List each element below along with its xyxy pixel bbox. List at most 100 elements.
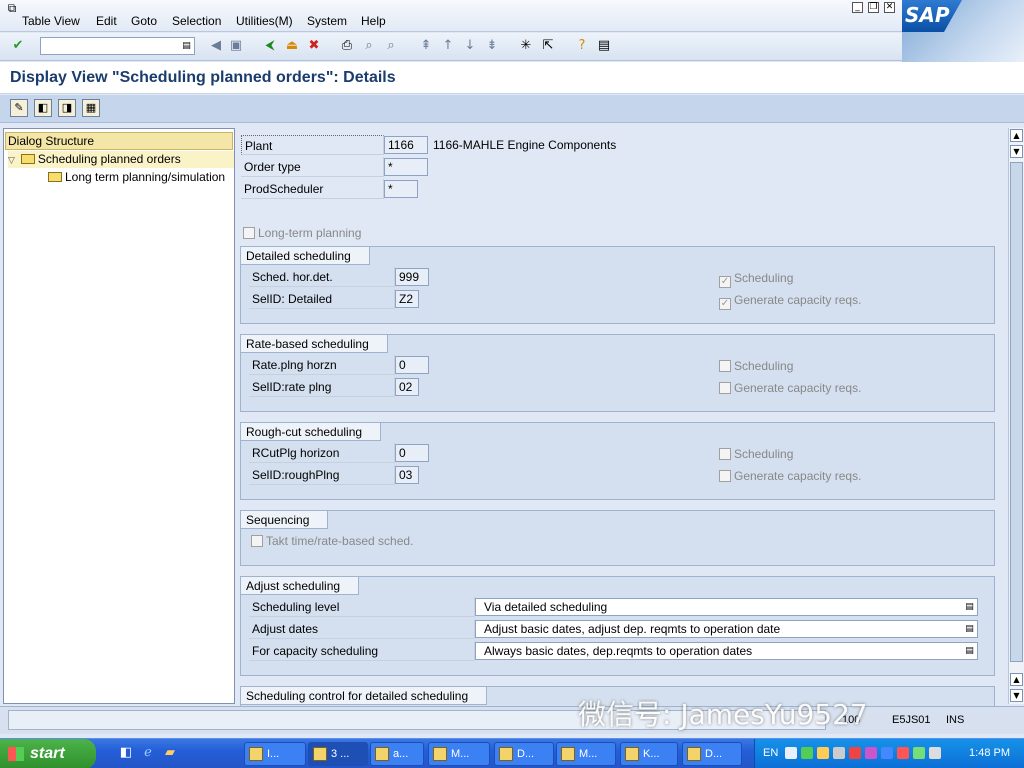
find-icon[interactable]: ⌕ [361,38,377,54]
rough-selid-field[interactable]: 03 [395,466,419,484]
sap-logo: SAP [902,0,1024,62]
back-arrow-icon[interactable]: ◀ [208,38,224,54]
volume-icon[interactable] [929,747,941,759]
scroll-up-icon[interactable]: ▼ [1010,145,1023,158]
plant-field[interactable]: 1166 [384,136,428,154]
layout-menu-icon[interactable]: ▤ [596,38,612,54]
next-page-icon[interactable]: ↓ [462,38,478,54]
task-button-active[interactable]: 3 ... [308,742,368,766]
save-icon[interactable]: ▣ [228,38,244,54]
scheduling-level-dropdown[interactable]: Via detailed scheduling ▤ [475,598,978,616]
scroll-top-icon[interactable]: ▲ [1010,129,1023,142]
capacity-scheduling-dropdown[interactable]: Always basic dates, dep.reqmts to operat… [475,642,978,660]
minimize-icon[interactable]: _ [852,2,863,13]
detailed-capacity-checkbox[interactable]: ✓ Generate capacity reqs. [719,293,861,310]
prodscheduler-field[interactable]: * [384,180,418,198]
adjust-dates-value: Adjust basic dates, adjust dep. reqmts t… [484,622,781,636]
rough-horizon-field[interactable]: 0 [395,444,429,462]
plant-description: 1166-MAHLE Engine Components [433,138,617,152]
cancel-icon[interactable]: ✖ [306,38,322,54]
help-icon[interactable]: ? [574,38,590,54]
language-indicator[interactable]: EN [763,747,778,759]
tree-item-scheduling-planned-orders[interactable]: ▽ Scheduling planned orders [8,151,234,168]
bluetooth-icon[interactable] [881,747,893,759]
menu-utilities[interactable]: Utilities(M) [236,14,293,28]
detailed-selid-field[interactable]: Z2 [395,290,419,308]
rough-selid-label: SelID:roughPlng [249,465,395,485]
menu-system[interactable]: System [307,14,347,28]
dropdown-icon[interactable]: ▤ [964,645,975,657]
detailed-scheduling-checkbox[interactable]: ✓ Scheduling [719,271,793,288]
takt-time-checkbox[interactable]: Takt time/rate-based sched. [251,534,413,548]
command-history-icon[interactable]: ▤ [181,40,192,52]
task-button[interactable]: K... [620,742,678,766]
task-label: I... [267,748,280,760]
checkbox-icon [719,382,731,394]
task-button[interactable]: D... [494,742,554,766]
last-page-icon[interactable]: ⇟ [484,38,500,54]
scroll-bottom-icon[interactable]: ▼ [1010,689,1023,702]
folder-quick-icon[interactable]: ▰ [162,745,178,761]
show-desktop-icon[interactable]: ◧ [118,745,134,761]
task-button[interactable]: M... [556,742,616,766]
tray-app-icon[interactable] [865,747,877,759]
tray-app-icon[interactable] [801,747,813,759]
task-button[interactable]: I... [244,742,306,766]
expand-icon[interactable]: ▽ [8,156,15,166]
adjust-dates-dropdown[interactable]: Adjust basic dates, adjust dep. reqmts t… [475,620,978,638]
print-icon[interactable]: ⎙ [339,38,355,54]
previous-entry-icon[interactable]: ◧ [34,99,52,117]
detailed-horizon-field[interactable]: 999 [395,268,429,286]
sap-menu-icon[interactable]: ⧉ [4,0,20,16]
tree-item-long-term-planning[interactable]: Long term planning/simulation [48,169,225,186]
previous-page-icon[interactable]: ↑ [440,38,456,54]
menu-selection[interactable]: Selection [172,14,221,28]
application-toolbar: ✎ ◧ ◨ ▦ [0,95,1024,123]
tray-app-icon[interactable] [817,747,829,759]
menu-goto[interactable]: Goto [131,14,157,28]
first-page-icon[interactable]: ⇞ [418,38,434,54]
rate-horizon-field[interactable]: 0 [395,356,429,374]
order-type-field[interactable]: * [384,158,428,176]
new-session-icon[interactable]: ✳ [518,38,534,54]
menu-table-view[interactable]: Table View [22,14,80,28]
rough-capacity-checkbox[interactable]: Generate capacity reqs. [719,469,861,483]
task-button[interactable]: D... [682,742,742,766]
rate-scheduling-label: Scheduling [734,359,794,373]
exit-icon[interactable]: ⏏ [284,38,300,54]
task-button[interactable]: M... [428,742,490,766]
dropdown-icon[interactable]: ▤ [964,623,975,635]
antivirus-icon[interactable] [897,747,909,759]
tray-network-icon[interactable] [833,747,845,759]
find-next-icon[interactable]: ⌕ [383,38,399,54]
rate-capacity-checkbox[interactable]: Generate capacity reqs. [719,381,861,395]
dropdown-icon[interactable]: ▤ [964,601,975,613]
display-change-icon[interactable]: ✎ [10,99,28,117]
scrollbar-thumb[interactable] [1010,162,1023,662]
menu-edit[interactable]: Edit [96,14,117,28]
command-field[interactable]: ▤ [40,37,195,55]
rate-scheduling-checkbox[interactable]: Scheduling [719,359,793,373]
tray-arrow-icon[interactable] [785,747,797,759]
rate-selid-field[interactable]: 02 [395,378,419,396]
status-mode[interactable]: INS [946,714,964,726]
back-icon[interactable]: ⮜ [262,38,278,54]
next-entry-icon[interactable]: ◨ [58,99,76,117]
rough-cut-scheduling-group: Rough-cut scheduling RCutPlg horizon 0 S… [240,422,995,500]
shortcut-icon[interactable]: ⇱ [540,38,556,54]
tray-app-icon[interactable] [849,747,861,759]
close-icon[interactable]: ✕ [884,2,895,13]
table-view-icon[interactable]: ▦ [82,99,100,117]
task-button[interactable]: a... [370,742,424,766]
scroll-down-icon[interactable]: ▲ [1010,673,1023,686]
internet-explorer-icon[interactable]: ℯ [140,745,156,761]
rough-scheduling-checkbox[interactable]: Scheduling [719,447,793,461]
rate-horizon-label: Rate.plng horzn [249,355,395,375]
menu-help[interactable]: Help [361,14,386,28]
long-term-planning-checkbox[interactable]: Long-term planning [243,226,361,240]
restore-icon[interactable]: ❐ [868,2,879,13]
wifi-icon[interactable] [913,747,925,759]
start-button[interactable]: start [0,739,96,768]
vertical-scrollbar[interactable]: ▲ ▼ ▲ ▼ [1008,128,1024,704]
enter-icon[interactable]: ✔ [10,38,26,54]
